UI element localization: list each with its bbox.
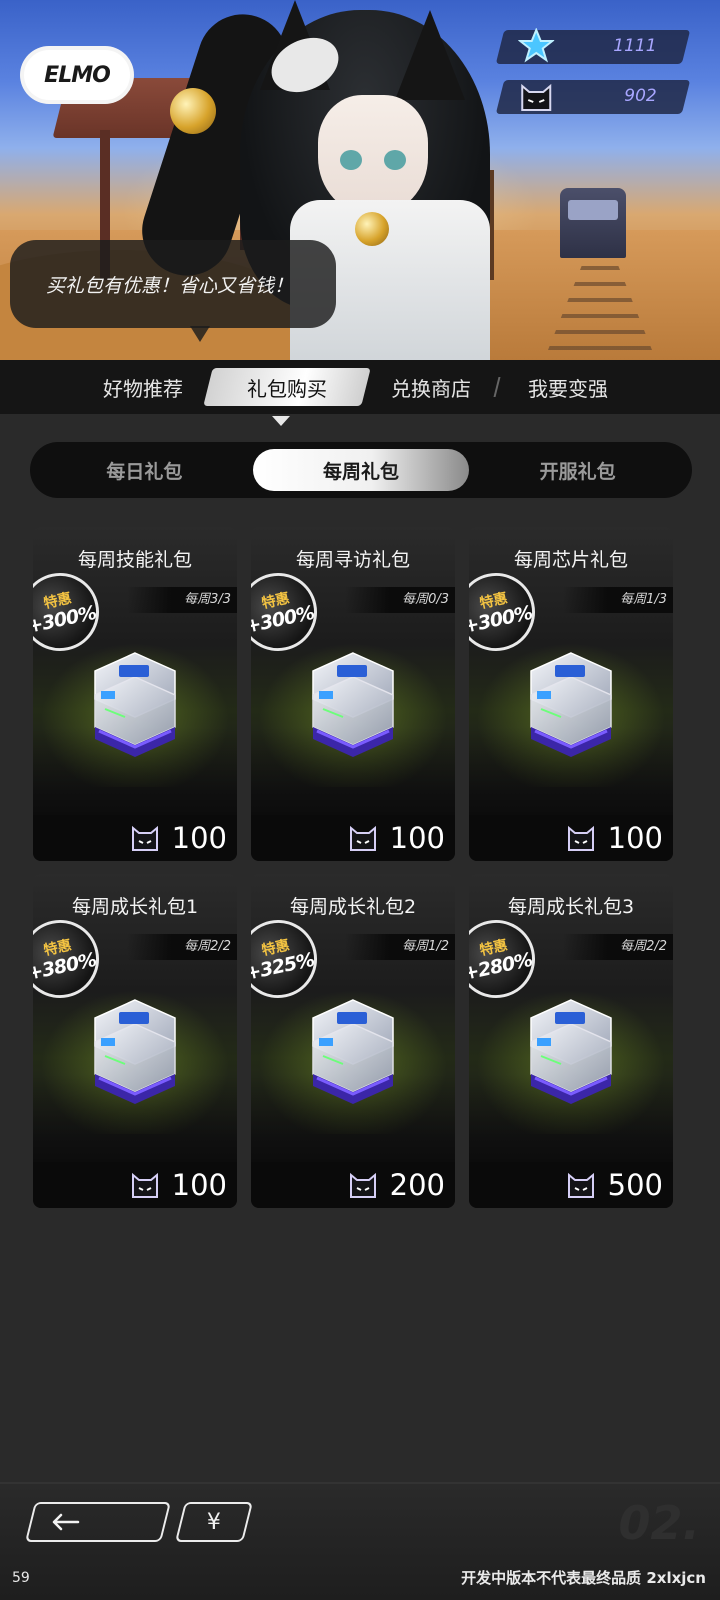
price-button[interactable]: 100 bbox=[251, 815, 455, 861]
arrow-left-icon bbox=[52, 1513, 80, 1531]
badge-value: +300% bbox=[251, 601, 317, 638]
tab-label: 好物推荐 bbox=[103, 376, 183, 401]
speech-text: 买礼包有优惠！省心又省钱！ bbox=[46, 274, 294, 297]
tab-label: 礼包购买 bbox=[247, 376, 327, 401]
cat-coin-icon bbox=[349, 1172, 376, 1198]
pack-price: 100 bbox=[171, 1168, 227, 1202]
badge-value: +280% bbox=[469, 948, 535, 985]
chip-pack-icon bbox=[530, 999, 612, 1104]
pack-price: 200 bbox=[389, 1168, 445, 1202]
purchase-limit: 每周0/3 bbox=[345, 587, 455, 613]
cat-coin-icon bbox=[131, 1172, 158, 1198]
chip-pack-icon bbox=[312, 652, 394, 757]
yen-icon: ¥ bbox=[207, 1509, 221, 1535]
tab-get-stronger[interactable]: 我要变强 bbox=[498, 368, 638, 406]
recharge-button[interactable]: ¥ bbox=[175, 1502, 253, 1542]
cat-coin-icon bbox=[131, 825, 158, 851]
subtab-launch[interactable]: 开服礼包 bbox=[469, 449, 686, 491]
pack-card[interactable]: 每周芯片礼包 每周1/3 特惠 +300% 100 bbox=[469, 527, 673, 861]
purchase-limit: 每周1/2 bbox=[345, 934, 455, 960]
pack-card[interactable]: 每周成长礼包1 每周2/2 特惠 +380% 100 bbox=[33, 874, 237, 1208]
logo-text: ELMO bbox=[44, 62, 111, 88]
fps-counter: 59 bbox=[12, 1570, 30, 1586]
subtab-daily[interactable]: 每日礼包 bbox=[36, 449, 253, 491]
purchase-limit: 每周3/3 bbox=[127, 587, 237, 613]
pack-title: 每周寻访礼包 bbox=[295, 549, 410, 571]
badge-value: +300% bbox=[469, 601, 535, 638]
badge-value: +300% bbox=[33, 601, 99, 638]
price-button[interactable]: 100 bbox=[33, 1162, 237, 1208]
chip-pack-icon bbox=[94, 999, 176, 1104]
price-button[interactable]: 500 bbox=[469, 1162, 673, 1208]
price-button[interactable]: 100 bbox=[33, 815, 237, 861]
active-tab-indicator bbox=[272, 416, 290, 426]
purchase-limit: 每周2/2 bbox=[563, 934, 673, 960]
chip-pack-icon bbox=[312, 999, 394, 1104]
character-eye bbox=[384, 150, 406, 170]
pack-card[interactable]: 每周成长礼包2 每周1/2 特惠 +325% 200 bbox=[251, 874, 455, 1208]
currency-star[interactable]: 1111 bbox=[495, 28, 691, 64]
pack-card[interactable]: 每周成长礼包3 每周2/2 特惠 +280% 500 bbox=[469, 874, 673, 1208]
pack-title: 每周成长礼包1 bbox=[71, 896, 199, 918]
cat-coin-icon bbox=[349, 825, 376, 851]
hero-banner: ELMO 1111 902 买礼包有优惠！省心又省钱！ bbox=[0, 0, 720, 370]
pack-price: 100 bbox=[171, 821, 227, 855]
pack-card[interactable]: 每周技能礼包 每周3/3 特惠 +300% 100 bbox=[33, 527, 237, 861]
star-icon bbox=[516, 24, 556, 68]
pack-title: 每周技能礼包 bbox=[77, 549, 192, 571]
speech-bubble: 买礼包有优惠！省心又省钱！ bbox=[10, 240, 336, 342]
pack-grid: 每周技能礼包 每周3/3 特惠 +300% 100 每周寻访礼包 每周0/3 特… bbox=[33, 527, 688, 1217]
pack-title: 每周成长礼包2 bbox=[289, 896, 417, 918]
chip-pack-icon bbox=[94, 652, 176, 757]
pack-title: 每周芯片礼包 bbox=[513, 549, 628, 571]
price-button[interactable]: 100 bbox=[469, 815, 673, 861]
purchase-limit: 每周1/3 bbox=[563, 587, 673, 613]
catcoin-count: 902 bbox=[623, 86, 657, 106]
bottom-bar: ¥ 02. 59 开发中版本不代表最终品质 2xlxjcn bbox=[0, 1482, 720, 1600]
chip-pack-icon bbox=[530, 652, 612, 757]
pack-price: 500 bbox=[607, 1168, 663, 1202]
pack-title: 每周成长礼包3 bbox=[507, 896, 635, 918]
train bbox=[560, 188, 626, 258]
pack-card[interactable]: 每周寻访礼包 每周0/3 特惠 +300% 100 bbox=[251, 527, 455, 861]
cat-coin-icon bbox=[567, 825, 594, 851]
bell-icon bbox=[170, 88, 216, 134]
tab-gift-pack[interactable]: 礼包购买 bbox=[208, 368, 366, 406]
main-tabs: 好物推荐 礼包购买 兑换商店 我要变强 bbox=[0, 360, 720, 414]
back-button[interactable] bbox=[25, 1502, 171, 1542]
cat-coin-icon bbox=[567, 1172, 594, 1198]
tab-exchange-shop[interactable]: 兑换商店 bbox=[366, 368, 496, 406]
badge-value: +380% bbox=[33, 948, 99, 985]
pack-price: 100 bbox=[607, 821, 663, 855]
currency-catcoin[interactable]: 902 bbox=[495, 80, 691, 114]
cat-coin-icon bbox=[516, 74, 556, 118]
sub-tabs: 每日礼包 每周礼包 开服礼包 bbox=[30, 442, 692, 498]
price-button[interactable]: 200 bbox=[251, 1162, 455, 1208]
subtab-weekly[interactable]: 每周礼包 bbox=[252, 449, 470, 491]
star-count: 1111 bbox=[612, 36, 657, 56]
badge-value: +325% bbox=[251, 948, 317, 985]
tab-recommend[interactable]: 好物推荐 bbox=[78, 368, 208, 406]
purchase-limit: 每周2/2 bbox=[127, 934, 237, 960]
game-logo: ELMO bbox=[24, 50, 130, 100]
pack-price: 100 bbox=[389, 821, 445, 855]
dev-disclaimer: 开发中版本不代表最终品质 2xlxjcn bbox=[461, 1569, 706, 1587]
character-face bbox=[318, 95, 428, 215]
tab-label: 我要变强 bbox=[528, 376, 608, 401]
tab-label: 兑换商店 bbox=[391, 376, 471, 401]
character-eye bbox=[340, 150, 362, 170]
bell-icon bbox=[355, 212, 389, 246]
page-mark: 02. bbox=[618, 1496, 701, 1550]
